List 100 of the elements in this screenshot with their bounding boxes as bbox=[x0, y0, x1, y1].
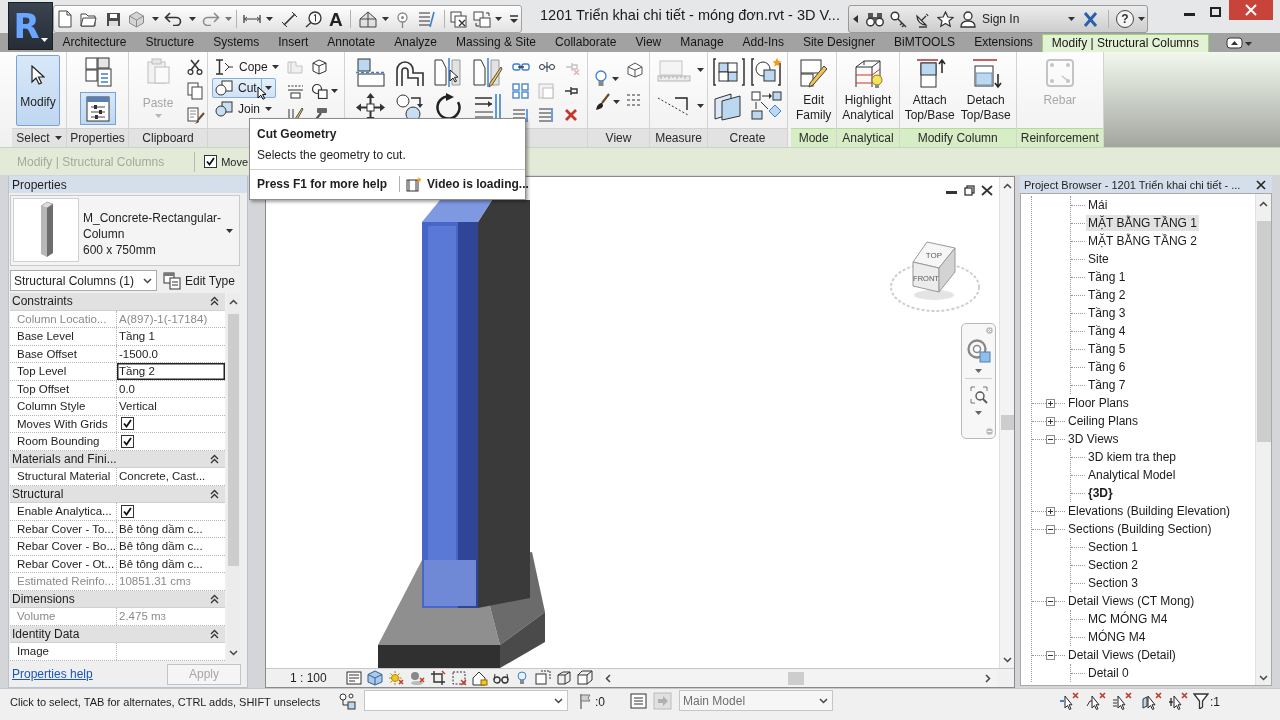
house-lock-icon[interactable] bbox=[471, 670, 488, 686]
help-button[interactable]: ? bbox=[1116, 10, 1134, 28]
chevron-down-icon[interactable] bbox=[554, 697, 563, 704]
property-value[interactable]: Vertical bbox=[117, 398, 225, 415]
properties-toggle[interactable] bbox=[80, 92, 116, 125]
left-arrow-icon[interactable] bbox=[853, 15, 858, 23]
customize-menu-icon[interactable] bbox=[508, 14, 519, 24]
caret-icon[interactable] bbox=[152, 17, 159, 21]
flow-shapes-icon[interactable] bbox=[751, 91, 783, 121]
sphere-cross-icon[interactable] bbox=[408, 670, 425, 686]
funnel-icon[interactable] bbox=[1193, 693, 1209, 709]
element-filter-dropdown[interactable]: Structural Columns (1) bbox=[10, 270, 157, 291]
dimension-arrows-icon[interactable] bbox=[243, 13, 261, 25]
crop-icon[interactable] bbox=[429, 670, 446, 686]
chevron-up-icon[interactable] bbox=[1259, 201, 1268, 207]
pin-marker-icon[interactable] bbox=[395, 10, 409, 28]
edit-type-button[interactable]: Edit Type bbox=[163, 271, 235, 290]
cube-stack-icon[interactable] bbox=[576, 670, 593, 686]
collapse-icon[interactable] bbox=[1046, 524, 1055, 534]
linked-nodes-icon[interactable] bbox=[338, 692, 356, 710]
checkbox[interactable] bbox=[121, 417, 134, 431]
chevron-down-icon[interactable] bbox=[143, 277, 152, 284]
diagonal-dashed-icon[interactable] bbox=[657, 96, 691, 116]
ribbon-tab[interactable]: Systems bbox=[203, 33, 269, 52]
caret-icon[interactable] bbox=[54, 136, 62, 140]
caret-icon[interactable] bbox=[613, 100, 620, 104]
view-scale[interactable]: 1 : 100 bbox=[290, 671, 327, 685]
collapse-icon[interactable] bbox=[1046, 434, 1055, 444]
redo-arrow-icon[interactable] bbox=[202, 12, 220, 26]
ribbon-tab[interactable]: Architecture bbox=[53, 33, 137, 52]
chevron-up-icon[interactable] bbox=[229, 299, 238, 305]
chevron-down-icon[interactable] bbox=[1002, 657, 1012, 663]
copy-icon[interactable] bbox=[187, 82, 203, 100]
tree-item[interactable]: MÓNG M4 bbox=[1086, 629, 1148, 645]
key-icon[interactable] bbox=[890, 10, 907, 28]
tree-item[interactable]: {3D} bbox=[1086, 485, 1115, 501]
tree-item[interactable]: 3D kiem tra thep bbox=[1086, 449, 1179, 465]
ribbon-button[interactable]: Cut bbox=[212, 78, 276, 98]
squares-form-icon[interactable] bbox=[84, 57, 112, 87]
document-brush-icon[interactable] bbox=[187, 107, 205, 125]
chevron-down-icon[interactable] bbox=[229, 650, 238, 656]
dashed-lines-icon[interactable] bbox=[626, 92, 642, 108]
collapse-icon[interactable] bbox=[1046, 650, 1055, 660]
scrollbar-thumb[interactable] bbox=[1000, 415, 1014, 430]
checkbox[interactable] bbox=[121, 504, 134, 518]
binoculars-icon[interactable] bbox=[866, 11, 884, 27]
caret-icon[interactable] bbox=[975, 411, 982, 415]
chevron-down-icon[interactable] bbox=[1259, 675, 1268, 681]
ribbon-button[interactable]: Edit Family bbox=[793, 52, 835, 123]
property-value[interactable]: Concrete, Cast... bbox=[117, 468, 225, 485]
chevron-up-icon[interactable] bbox=[1002, 183, 1012, 189]
ribbon-tab[interactable]: Massing & Site bbox=[446, 33, 546, 52]
house-icon[interactable] bbox=[358, 10, 377, 28]
chevron-down-icon[interactable] bbox=[819, 697, 828, 704]
ribbon-toggle-icon[interactable] bbox=[1226, 37, 1252, 49]
ribbon-tab[interactable]: Structure bbox=[136, 33, 204, 52]
tree-item[interactable]: Detail 0 bbox=[1086, 665, 1131, 681]
box-outline-icon[interactable] bbox=[311, 59, 328, 75]
property-value[interactable]: -1500.0 bbox=[117, 345, 225, 362]
tree-item[interactable]: Sections (Building Section) bbox=[1066, 521, 1214, 537]
ribbon-button[interactable]: Detach Top/Base bbox=[957, 52, 1014, 123]
caret-icon[interactable] bbox=[1138, 17, 1145, 21]
close-icon[interactable] bbox=[1256, 179, 1266, 190]
property-value[interactable]: Tầng 1 bbox=[117, 328, 225, 345]
caret-icon[interactable] bbox=[494, 17, 502, 21]
property-value[interactable]: Bê tông dầm c... bbox=[117, 538, 225, 555]
caret-icon[interactable] bbox=[975, 369, 982, 373]
lightbulb-icon[interactable] bbox=[594, 70, 608, 87]
flag-icon[interactable] bbox=[578, 693, 592, 709]
collapse-icon[interactable] bbox=[210, 453, 219, 464]
expand-icon[interactable] bbox=[1046, 416, 1055, 426]
cursor-face-icon[interactable] bbox=[1142, 692, 1162, 710]
lines-rectangle-icon[interactable] bbox=[287, 83, 304, 99]
bracket-sparkle-icon[interactable] bbox=[751, 57, 783, 87]
tree-item[interactable]: Tầng 3 bbox=[1086, 305, 1128, 321]
scissors-icon[interactable] bbox=[187, 59, 203, 75]
ribbon-tab[interactable]: BiMTOOLS bbox=[884, 33, 965, 52]
ribbon-tab[interactable]: Extensions bbox=[964, 33, 1043, 52]
tree-item[interactable]: Tầng 4 bbox=[1086, 323, 1128, 339]
four-squares-icon[interactable] bbox=[512, 83, 530, 99]
close-windows-icon[interactable] bbox=[449, 10, 467, 28]
mirror-pencil-icon[interactable] bbox=[472, 57, 503, 88]
ribbon-button[interactable]: Highlight Analytical bbox=[839, 52, 897, 123]
tree-item[interactable]: Tầng 7 bbox=[1086, 377, 1128, 393]
scrollbar-thumb[interactable] bbox=[1256, 221, 1271, 442]
tree-item[interactable]: Ceiling Plans bbox=[1066, 413, 1141, 429]
tree-item[interactable]: MẶT BẰNG TẦNG 2 bbox=[1086, 233, 1199, 249]
expand-icon[interactable] bbox=[1046, 506, 1055, 516]
cube-outline-icon[interactable] bbox=[626, 62, 644, 78]
type-selector[interactable]: M_Concrete-Rectangular-Column 600 x 750mm bbox=[10, 195, 240, 266]
dashed-square-cross-icon[interactable] bbox=[450, 670, 467, 686]
close-icon[interactable] bbox=[981, 185, 993, 196]
maximize-icon[interactable] bbox=[1210, 7, 1221, 17]
ribbon-button[interactable]: Attach Top/Base bbox=[901, 52, 958, 123]
sun-cross-icon[interactable] bbox=[387, 670, 404, 686]
collapse-icon[interactable] bbox=[210, 296, 219, 307]
chevron-right-icon[interactable] bbox=[984, 673, 991, 683]
ribbon-tab[interactable]: Add-Ins bbox=[733, 33, 794, 52]
caret-icon[interactable] bbox=[381, 17, 389, 21]
ribbon-button[interactable]: Cope bbox=[212, 57, 276, 77]
